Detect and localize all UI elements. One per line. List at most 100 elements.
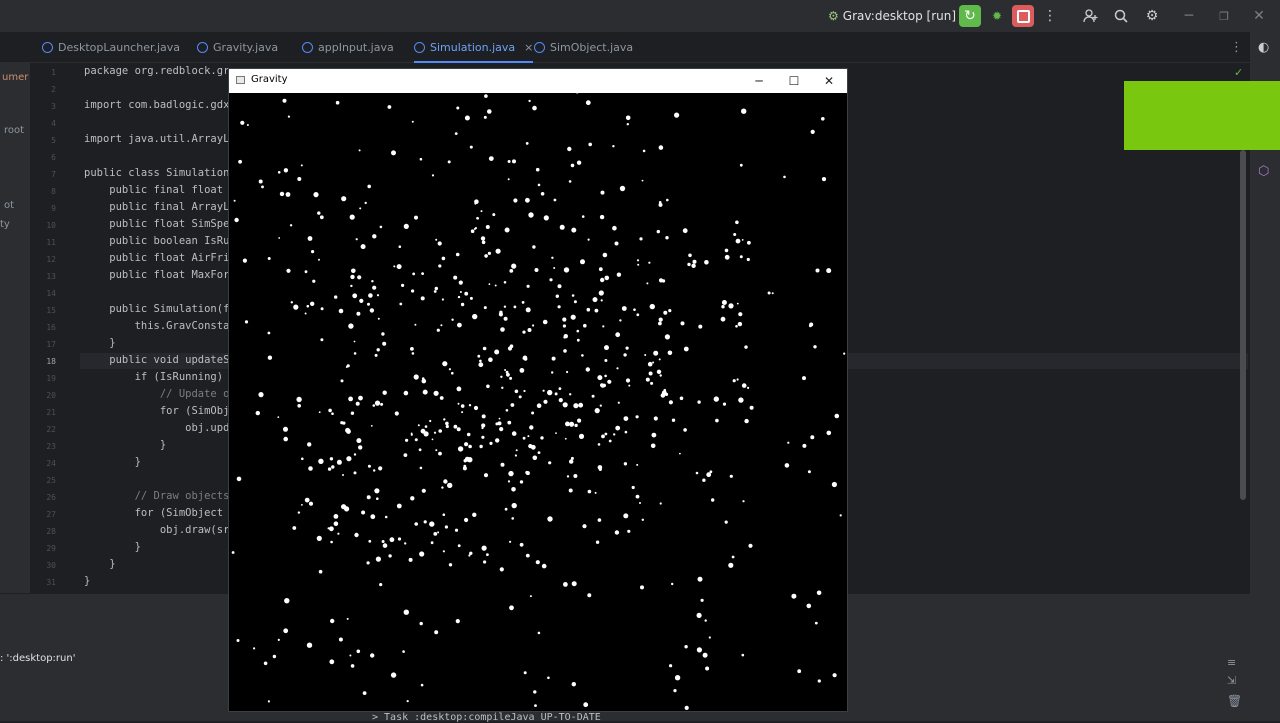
particle <box>595 540 600 544</box>
code-line: import java.util.ArrayLi <box>84 133 236 145</box>
people-icon[interactable] <box>1080 5 1102 27</box>
project-item[interactable]: root <box>4 125 24 136</box>
particle <box>411 289 415 293</box>
particle <box>333 514 339 519</box>
debug-button[interactable]: ✹ <box>986 5 1008 27</box>
particle <box>604 275 610 281</box>
window-minimize-button[interactable]: ─ <box>742 69 776 93</box>
particle <box>558 387 562 390</box>
particle <box>843 352 846 355</box>
particle <box>431 174 435 177</box>
particle <box>442 513 446 516</box>
particle <box>531 411 535 415</box>
particle <box>604 374 607 378</box>
particle <box>507 178 510 181</box>
window-titlebar[interactable]: Gravity ─ ☐ ✕ <box>229 69 847 93</box>
particle <box>401 283 405 287</box>
particle <box>388 554 392 558</box>
particle <box>623 462 628 466</box>
run-configuration-selector[interactable]: ⚙ Grav:desktop [run] ⌄ <box>828 7 968 25</box>
particle <box>813 345 817 349</box>
notifications-icon[interactable]: ◐ <box>1258 40 1269 55</box>
particle <box>547 389 553 396</box>
particle <box>509 605 514 611</box>
editor-scrollbar[interactable] <box>1240 150 1246 500</box>
tab-simobject[interactable]: SimObject.java <box>534 32 633 62</box>
console-clear-icon[interactable]: 🗑 <box>1227 694 1242 708</box>
particle <box>455 252 460 257</box>
particle <box>479 444 483 449</box>
particle <box>370 514 376 520</box>
particle <box>246 124 249 126</box>
particle <box>466 432 471 437</box>
project-item[interactable]: ot <box>4 200 14 211</box>
particle <box>403 390 409 396</box>
particle <box>637 263 640 266</box>
particle <box>236 639 240 642</box>
particle <box>553 267 556 269</box>
line-number: 5 <box>51 136 56 145</box>
particle <box>583 702 589 708</box>
particle <box>604 345 609 351</box>
simulation-canvas[interactable] <box>229 93 847 711</box>
tab-close-icon[interactable]: × <box>524 41 533 54</box>
project-item[interactable]: umer <box>2 72 28 83</box>
particle <box>587 238 590 241</box>
run-tab-label[interactable]: : ':desktop:run' <box>0 653 75 664</box>
particle <box>367 302 370 306</box>
particle <box>598 267 603 272</box>
stop-button[interactable] <box>1012 5 1034 27</box>
ide-close-button[interactable]: ✕ <box>1248 5 1270 27</box>
particle <box>597 465 603 470</box>
window-maximize-button[interactable]: ☐ <box>777 69 811 93</box>
window-close-button[interactable]: ✕ <box>812 69 846 93</box>
particle <box>623 416 629 421</box>
particle <box>421 488 426 493</box>
project-item[interactable]: ty <box>0 219 10 230</box>
particle <box>623 353 627 357</box>
tab-actions-icon[interactable]: ⋮ <box>1230 32 1243 62</box>
gravity-app-window[interactable]: Gravity ─ ☐ ✕ <box>229 69 847 711</box>
particle <box>376 294 380 297</box>
particle <box>393 265 396 268</box>
ai-assistant-icon[interactable]: ⬡ <box>1258 164 1269 179</box>
particle <box>242 258 247 263</box>
more-actions-button[interactable]: ⋮ <box>1039 5 1061 27</box>
particle <box>448 563 453 567</box>
particle <box>557 284 562 289</box>
particle <box>636 259 640 262</box>
tab-desktoplauncher[interactable]: DesktopLauncher.java <box>42 32 180 62</box>
particle <box>722 402 727 406</box>
particle <box>511 431 517 436</box>
particle <box>742 500 745 503</box>
particle <box>619 319 622 322</box>
particle <box>346 617 349 620</box>
ide-restore-button[interactable]: ❐ <box>1213 5 1235 27</box>
particle <box>376 497 379 501</box>
particle <box>573 403 579 409</box>
rerun-button[interactable]: ↻ <box>959 5 981 27</box>
particle <box>255 410 260 416</box>
particle <box>744 345 748 349</box>
console-wrap-icon[interactable]: ≡ <box>1227 656 1236 669</box>
particle <box>608 439 612 443</box>
line-number: 31 <box>46 578 56 587</box>
particle <box>464 291 469 296</box>
ide-minimize-button[interactable]: ─ <box>1178 5 1200 27</box>
search-icon[interactable] <box>1110 5 1132 27</box>
particle <box>540 192 545 196</box>
tab-appinput[interactable]: appInput.java <box>302 32 394 62</box>
particle <box>297 511 301 514</box>
gear-icon[interactable]: ⚙ <box>1141 5 1163 27</box>
tab-gravity[interactable]: Gravity.java <box>197 32 278 62</box>
line-number: 17 <box>46 340 56 349</box>
tab-simulation[interactable]: Simulation.java × <box>414 32 534 63</box>
particle <box>360 244 366 250</box>
particle <box>626 123 629 126</box>
particle <box>483 473 489 478</box>
particle <box>509 540 512 543</box>
particle <box>810 435 815 440</box>
particle <box>826 430 832 436</box>
particle <box>473 405 479 411</box>
console-scroll-end-icon[interactable]: ⇲ <box>1227 674 1236 687</box>
